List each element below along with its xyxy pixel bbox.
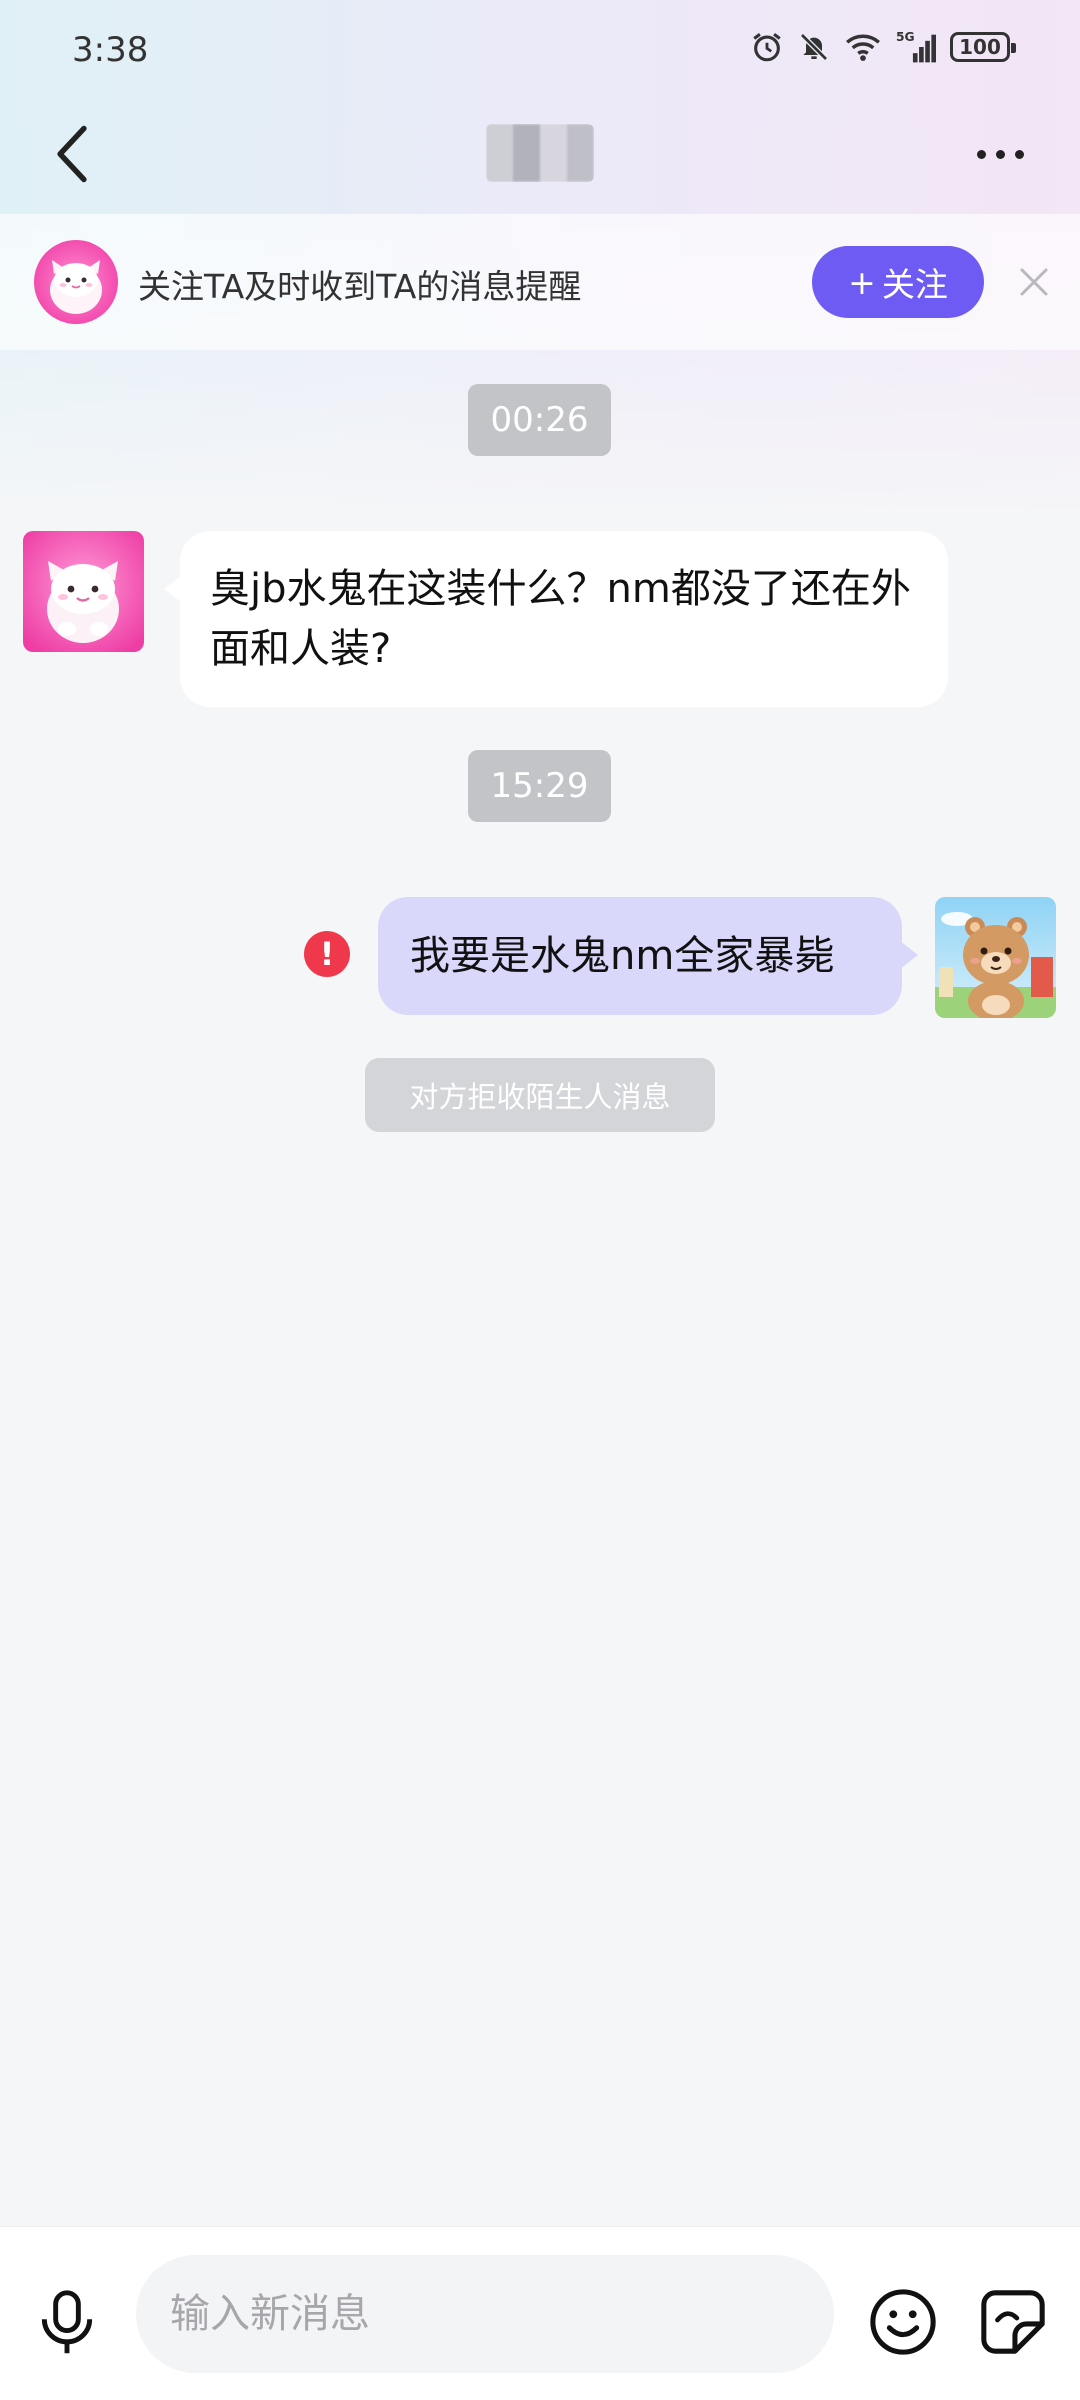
more-dots-icon	[976, 149, 986, 159]
status-icons: 5G 100	[750, 30, 1016, 64]
microphone-icon	[41, 2290, 93, 2354]
incoming-message-bubble[interactable]: 臭jb水鬼在这装什么？nm都没了还在外面和人装?	[164, 531, 948, 707]
my-avatar[interactable]	[935, 897, 1056, 1018]
wifi-icon	[846, 34, 880, 61]
sticker-icon	[981, 2290, 1045, 2354]
sticker-button[interactable]	[978, 2287, 1048, 2357]
chat-header	[0, 104, 1080, 214]
more-dot	[1014, 149, 1024, 159]
network-type-label: 5G	[896, 30, 915, 44]
outgoing-message-bubble[interactable]: 我要是水鬼nm全家暴毙	[378, 897, 918, 1015]
battery-level: 100	[959, 35, 1001, 59]
chat-title	[486, 124, 594, 182]
status-time: 3:38	[72, 30, 149, 70]
close-banner-button[interactable]	[1012, 260, 1056, 304]
follow-button-label: 关注	[881, 265, 948, 304]
more-options-button[interactable]	[960, 124, 1040, 184]
message-input[interactable]	[136, 2255, 834, 2373]
message-input-bar	[0, 2226, 1080, 2400]
follow-banner: 关注TA及时收到TA的消息提醒 + 关注	[0, 214, 1080, 350]
back-button[interactable]	[40, 122, 104, 186]
emoji-button[interactable]	[868, 2287, 938, 2357]
status-bar: 3:38 5G 100	[0, 0, 1080, 104]
close-icon	[1020, 268, 1048, 296]
signal-icon: 5G	[896, 30, 936, 63]
message-timestamp: 00:26	[468, 384, 611, 456]
follow-banner-avatar	[34, 240, 118, 324]
contact-avatar[interactable]	[23, 531, 144, 652]
system-notice: 对方拒收陌生人消息	[365, 1058, 715, 1132]
send-failed-icon[interactable]: !	[304, 931, 350, 977]
emoji-icon	[870, 2289, 936, 2355]
plus-icon: +	[848, 262, 876, 302]
follow-button[interactable]: + 关注	[812, 246, 984, 318]
chevron-left-icon	[57, 125, 87, 183]
voice-input-button[interactable]	[34, 2287, 100, 2359]
message-timestamp: 15:29	[468, 750, 611, 822]
mute-bell-icon	[800, 33, 828, 61]
alarm-icon	[753, 33, 781, 62]
follow-prompt-text: 关注TA及时收到TA的消息提醒	[138, 267, 582, 306]
more-dot	[995, 149, 1005, 159]
chat-title-blurred	[486, 124, 594, 182]
battery-icon: 100	[950, 32, 1016, 62]
